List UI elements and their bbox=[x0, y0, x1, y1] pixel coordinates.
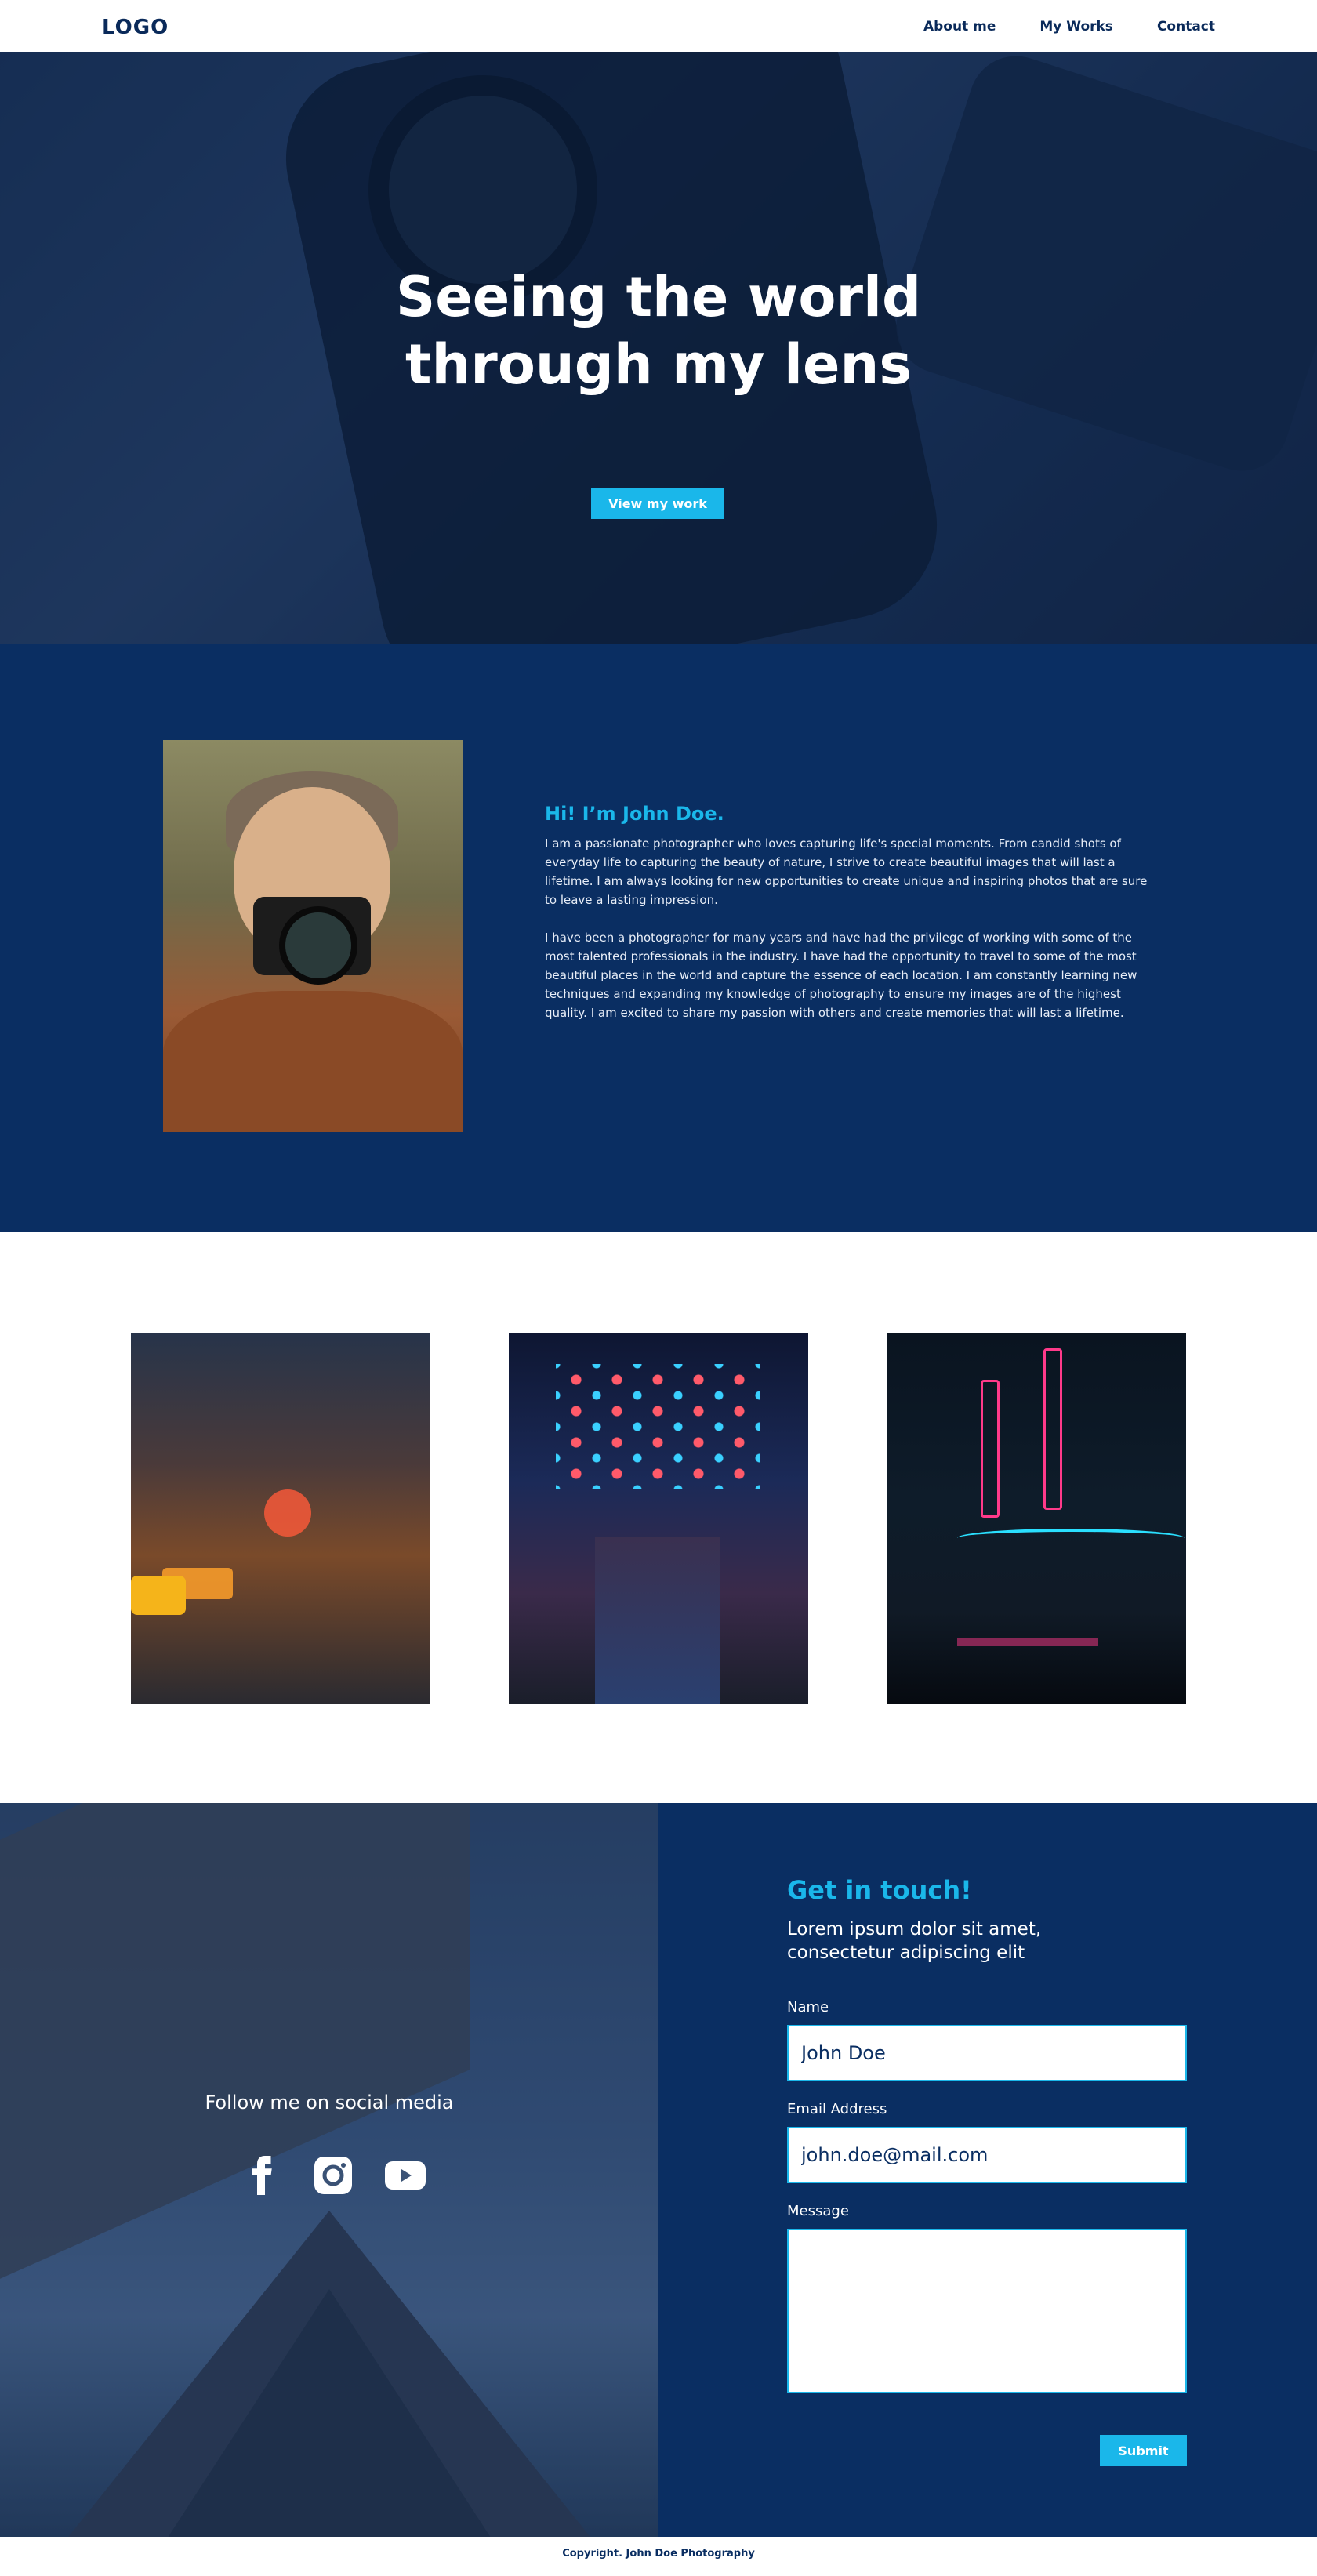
neon-reflection bbox=[957, 1638, 1098, 1646]
hero-title-line2: through my lens bbox=[405, 332, 912, 397]
hero-section: Seeing the world through my lens View my… bbox=[0, 52, 1317, 644]
about-paragraph-2: I have been a photographer for many year… bbox=[545, 931, 1137, 1020]
works-gallery bbox=[0, 1232, 1317, 1803]
neon-vertical-sign bbox=[1043, 1348, 1062, 1510]
nav-link-about[interactable]: About me bbox=[923, 19, 996, 34]
gallery-image-radio-city[interactable] bbox=[887, 1333, 1186, 1704]
about-section: Hi! I’m John Doe. I am a passionate phot… bbox=[0, 644, 1317, 1232]
contact-title: Get in touch! bbox=[787, 1875, 972, 1905]
footer: Copyright. John Doe Photography bbox=[0, 2537, 1317, 2576]
name-field[interactable] bbox=[787, 2025, 1187, 2081]
contact-subtitle: Lorem ipsum dolor sit amet, consectetur … bbox=[787, 1919, 1042, 1963]
email-label: Email Address bbox=[787, 2101, 887, 2117]
neon-sign bbox=[264, 1489, 311, 1537]
neon-vertical-sign bbox=[981, 1380, 1000, 1518]
social-section: Follow me on social media bbox=[0, 1803, 658, 2537]
street bbox=[595, 1537, 720, 1704]
top-nav: LOGO About me My Works Contact bbox=[0, 0, 1317, 52]
nav-links: About me My Works Contact bbox=[923, 19, 1215, 34]
hero-title: Seeing the world through my lens bbox=[0, 263, 1317, 398]
nav-link-contact[interactable]: Contact bbox=[1157, 19, 1215, 34]
email-field[interactable] bbox=[787, 2127, 1187, 2183]
about-photo bbox=[163, 740, 463, 1132]
contact-section: Get in touch! Lorem ipsum dolor sit amet… bbox=[658, 1803, 1317, 2537]
name-label: Name bbox=[787, 1999, 829, 2015]
about-paragraph-1: I am a passionate photographer who loves… bbox=[545, 836, 1148, 907]
photo-camera-lens bbox=[279, 906, 357, 985]
facebook-icon[interactable] bbox=[240, 2154, 282, 2197]
gallery-image-times-square[interactable] bbox=[131, 1333, 430, 1704]
youtube-icon[interactable] bbox=[384, 2154, 426, 2197]
message-field[interactable] bbox=[787, 2229, 1187, 2393]
photo-jacket bbox=[163, 991, 463, 1132]
follow-heading: Follow me on social media bbox=[205, 2092, 454, 2113]
view-my-work-button[interactable]: View my work bbox=[591, 488, 724, 519]
neon-marquee bbox=[957, 1529, 1185, 1547]
logo[interactable]: LOGO bbox=[102, 16, 169, 39]
about-text: Hi! I’m John Doe. I am a passionate phot… bbox=[545, 803, 1156, 1041]
hero-title-line1: Seeing the world bbox=[395, 265, 922, 329]
taxi bbox=[131, 1576, 186, 1615]
copyright-text: Copyright. John Doe Photography bbox=[562, 2548, 755, 2560]
hanging-lanterns bbox=[556, 1364, 760, 1489]
gallery-image-lantern-street[interactable] bbox=[509, 1333, 808, 1704]
social-links bbox=[240, 2154, 426, 2197]
about-heading: Hi! I’m John Doe. bbox=[545, 803, 724, 825]
submit-button[interactable]: Submit bbox=[1100, 2435, 1187, 2466]
instagram-icon[interactable] bbox=[312, 2154, 354, 2197]
message-label: Message bbox=[787, 2203, 849, 2219]
nav-link-works[interactable]: My Works bbox=[1039, 19, 1113, 34]
